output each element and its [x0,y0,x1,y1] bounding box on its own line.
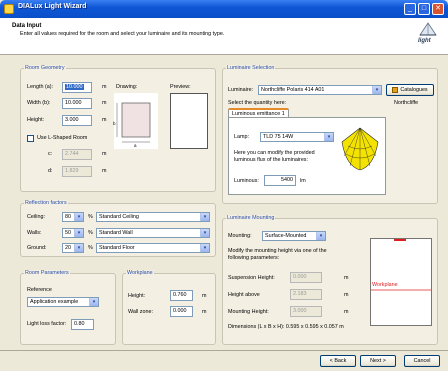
drawing-b-label: b [113,121,116,126]
room-geometry-title: Room Geometry [24,65,66,71]
ground-material-select[interactable]: Standard Floor ▾ [96,243,210,253]
manufacturer-label: Northcliffe [394,100,419,106]
lshape-label: Use L-Shaped Room [37,135,88,141]
mounting-modify-text: Modify the mounting height via one of th… [228,248,327,261]
suspension-height-label: Suspension Height: [228,275,275,281]
c-label: c: [48,151,53,157]
window-title: DIALux Light Wizard [18,3,87,10]
workplane-preview-label: Workplane [372,282,398,288]
d-label: d: [48,168,53,174]
mounting-height-unit: m [344,309,349,315]
length-unit: m [102,84,107,90]
luminaire-mounting-title: Luminaire Mounting [226,215,276,221]
lshape-checkbox[interactable] [27,135,34,142]
c-unit: m [102,151,107,157]
length-label: Length (a): [27,84,54,90]
wall-zone-unit: m [202,309,207,315]
height-label: Height: [27,117,45,123]
width-unit: m [102,100,107,106]
mounting-select[interactable]: Surface-Mounted ▾ [262,231,326,241]
walls-label: Walls: [27,230,42,236]
workplane-height-label: Height: [128,293,146,299]
room-drawing [114,93,158,149]
title-bar: DIALux Light Wizard _ □ ✕ [0,0,448,18]
c-input[interactable]: 2.744 [62,149,92,160]
room-parameters-group [20,273,116,345]
height-unit: m [102,117,107,123]
light-loss-factor-input[interactable]: 0.80 [71,319,94,330]
modify-flux-text: Here you can modify the provided luminou… [234,150,315,163]
walls-reflection-select[interactable]: 50 ▾ [62,228,84,238]
suspension-height-unit: m [344,275,349,281]
height-above-label: Height above [228,292,260,298]
wizard-header: Data Input Enter all values required for… [0,18,448,55]
dialux-logo-icon [419,22,437,36]
logo-text: light [418,38,431,44]
height-above-input[interactable]: 2.183 [290,289,322,300]
room-preview [170,93,208,149]
ground-percent: % [88,245,93,251]
luminous-input[interactable]: 5400 [264,175,296,186]
lamp-select[interactable]: TLD 75 14W ▾ [260,132,334,142]
width-label: Width (b): [27,100,51,106]
page-title: Data Input [12,23,42,29]
d-unit: m [102,168,107,174]
height-input[interactable]: 3.000 [62,115,92,126]
ceiling-label: Ceiling: [27,214,45,220]
workplane-height-unit: m [202,293,207,299]
suspension-height-input[interactable]: 0.000 [290,272,322,283]
luminaire-select[interactable]: Northcliffe Polaris 414 A01 ▾ [258,85,382,95]
workplane-title: Workplane [126,270,154,276]
dimensions-text: Dimensions (L x B x H): 0.595 x 0.595 x … [228,324,344,330]
walls-percent: % [88,230,93,236]
wall-zone-label: Wall zone: [128,309,153,315]
next-button[interactable]: Next > [360,355,396,367]
preview-label: Preview: [170,84,191,90]
mounting-height-input[interactable]: 3.000 [290,306,322,317]
reference-label: Reference [27,287,52,293]
catalogues-button[interactable]: Catalogues [386,84,434,96]
light-loss-factor-label: Light loss factor: [27,321,67,327]
walls-material-select[interactable]: Standard Wall ▾ [96,228,210,238]
ceiling-percent: % [88,214,93,220]
room-parameters-title: Room Parameters [24,270,70,276]
ceiling-material-select[interactable]: Standard Ceiling ▾ [96,212,210,222]
workplane-height-input[interactable]: 0.760 [170,290,193,301]
width-input[interactable]: 10.000 [62,98,92,109]
drawing-label: Drawing: [116,84,138,90]
quantity-label: Select the quantity here: [228,100,287,106]
d-input[interactable]: 1.829 [62,166,92,177]
ceiling-reflection-select[interactable]: 80 ▾ [62,212,84,222]
ground-label: Ground: [27,245,47,251]
height-above-unit: m [344,292,349,298]
back-button[interactable]: < Back [320,355,356,367]
reference-select[interactable]: Application example ▾ [27,297,99,307]
cancel-button[interactable]: Cancel [404,355,440,367]
catalogue-icon [392,86,399,93]
luminous-unit: lm [300,178,306,184]
lamp-label: Lamp: [234,134,249,140]
page-subtitle: Enter all values required for the room a… [20,31,225,37]
length-input[interactable]: 10.000 [62,82,92,93]
light-distribution-icon [338,122,382,174]
minimize-button[interactable]: _ [404,3,416,15]
mounting-label: Mounting: [228,233,252,239]
luminaire-label: Luminaire: [228,87,254,93]
maximize-button[interactable]: □ [418,3,430,15]
drawing-a-label: a [134,143,137,148]
wall-zone-input[interactable]: 0.000 [170,306,193,317]
footer-divider [0,350,448,351]
luminous-label: Luminous: [234,178,259,184]
luminaire-selection-title: Luminaire Selection [226,65,276,71]
reflection-title: Reflection factors [24,200,68,206]
close-button[interactable]: ✕ [432,3,444,15]
mounting-height-label: Mounting Height: [228,309,269,315]
ground-reflection-select[interactable]: 20 ▾ [62,243,84,253]
app-icon [4,4,14,14]
